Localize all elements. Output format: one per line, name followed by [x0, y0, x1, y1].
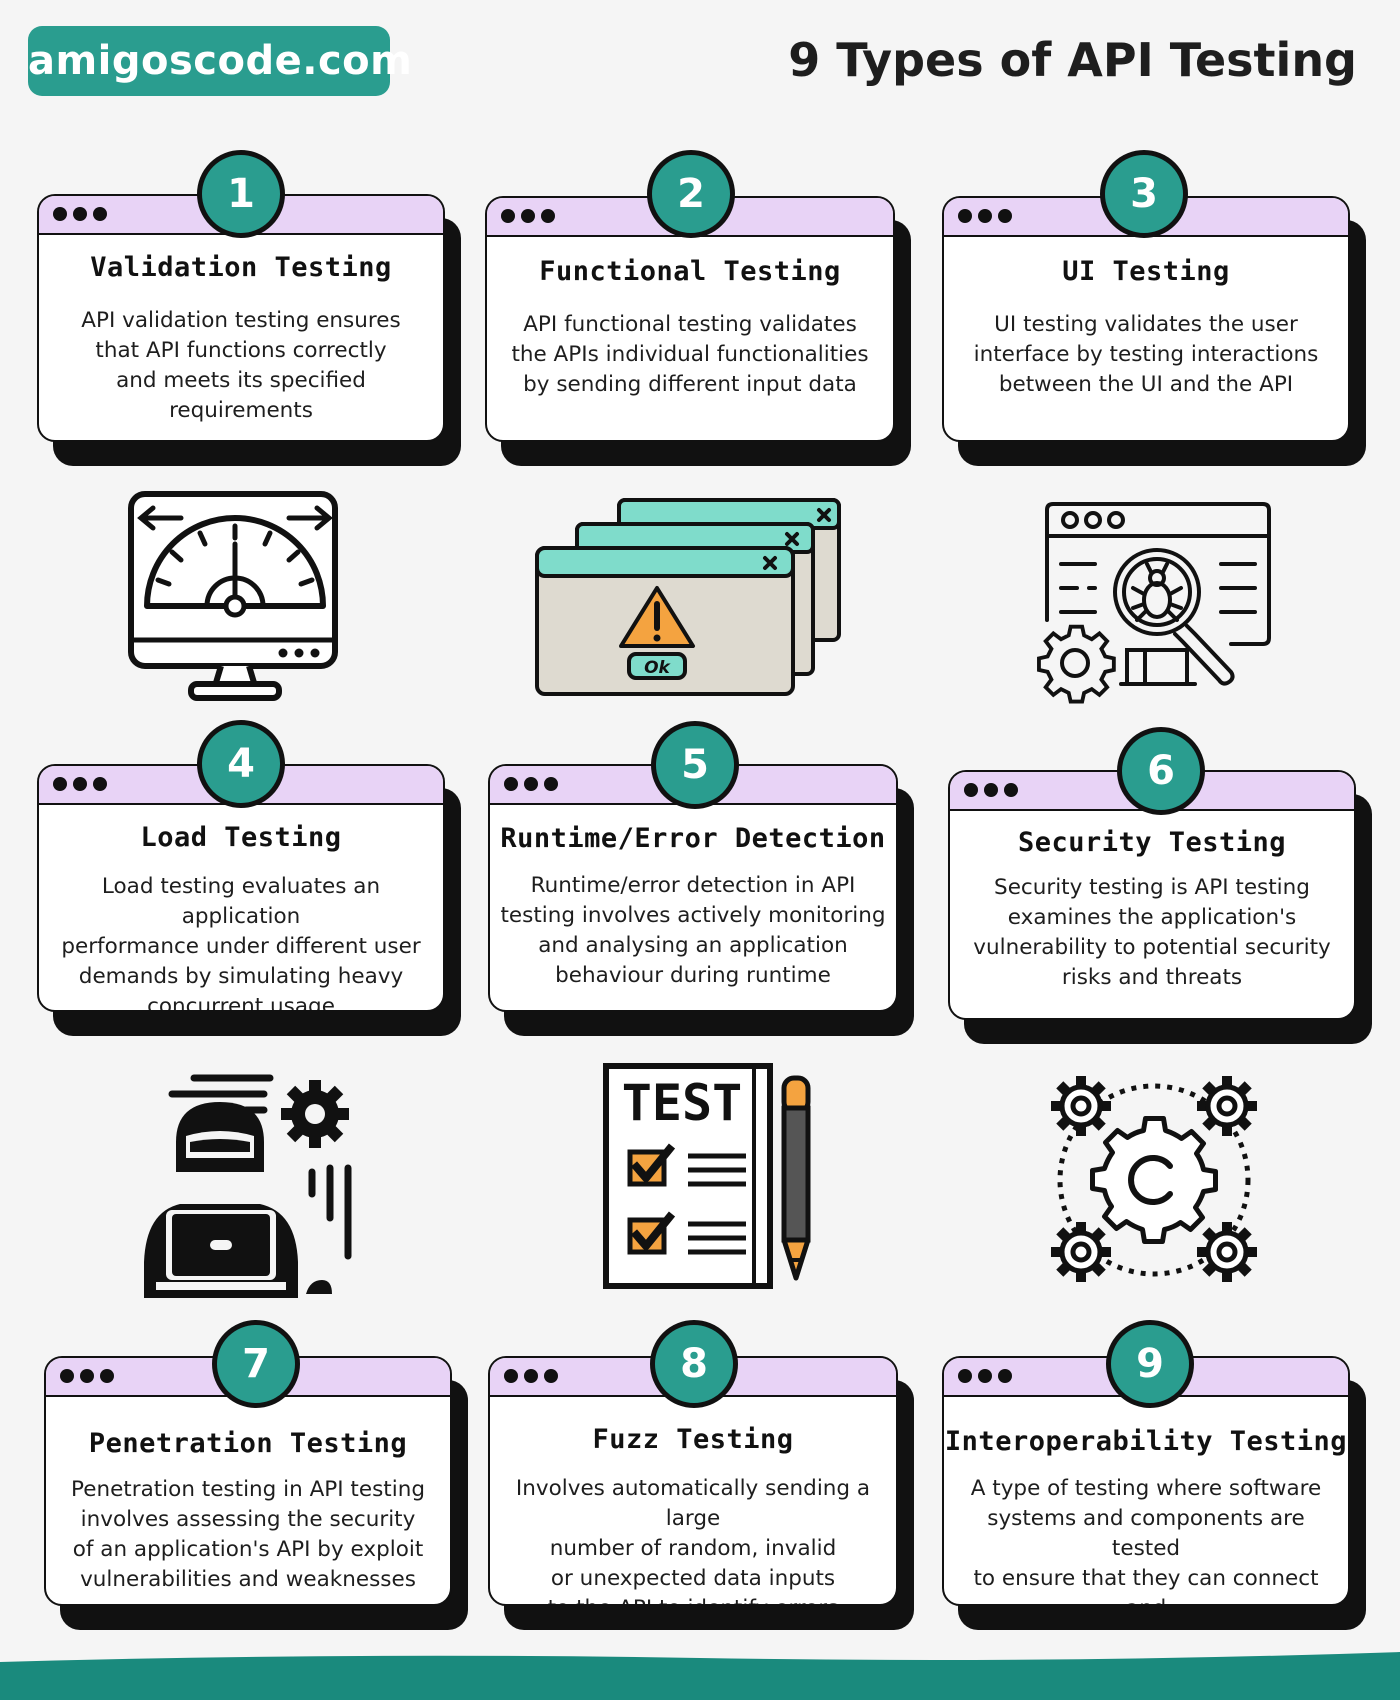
window-dots-icon: [964, 783, 1018, 797]
footer-wave: [0, 1652, 1400, 1700]
step-badge-8: 8: [650, 1320, 738, 1408]
test-sheet-label: TEST: [622, 1074, 742, 1132]
card-description: Involves automatically sending a large n…: [515, 1476, 871, 1604]
card-title: Functional Testing: [539, 256, 841, 287]
card-title: Interoperability Testing: [944, 1426, 1348, 1457]
window-dots-icon: [501, 209, 555, 223]
card-description: A type of testing where software systems…: [970, 1476, 1322, 1604]
infographic-page: amigoscode.com 9 Types of API Testing Va…: [0, 0, 1400, 1700]
card-description: Runtime/error detection in API testing i…: [500, 873, 886, 988]
card-description: Load testing evaluates an application pe…: [61, 874, 421, 1012]
card-description: API validation testing ensures that API …: [81, 308, 401, 423]
window-dots-icon: [504, 777, 558, 791]
card-title: Penetration Testing: [88, 1428, 408, 1459]
step-badge-2: 2: [647, 150, 735, 238]
step-badge-4: 4: [197, 720, 285, 808]
ui-bug-search-icon: [1037, 502, 1271, 704]
brand-logo[interactable]: amigoscode.com: [28, 26, 412, 96]
error-windows-icon: Ok: [535, 498, 841, 696]
window-dots-icon: [60, 1369, 114, 1383]
card-description: UI testing validates the user interface …: [973, 312, 1319, 397]
step-badge-9: 9: [1106, 1320, 1194, 1408]
hacker-laptop-icon: [144, 1074, 352, 1298]
page-title: 9 Types of API Testing: [788, 33, 1357, 87]
card-description: API functional testing validates the API…: [511, 312, 869, 397]
step-badge-5: 5: [651, 721, 739, 809]
card-title: Security Testing: [1017, 827, 1287, 858]
card-description: Penetration testing in API testing invol…: [71, 1477, 425, 1592]
card-description: Security testing is API testing examines…: [973, 875, 1331, 990]
speedometer-monitor-icon: [128, 491, 338, 701]
window-dots-icon: [958, 209, 1012, 223]
card-title: Runtime/Error Detection: [500, 823, 886, 854]
card-title: Load Testing: [140, 822, 342, 853]
gears-network-icon: [1045, 1072, 1263, 1288]
window-dots-icon: [53, 777, 107, 791]
card-title: UI Testing: [1062, 256, 1230, 287]
step-badge-3: 3: [1100, 150, 1188, 238]
window-dots-icon: [504, 1369, 558, 1383]
step-badge-1: 1: [197, 150, 285, 238]
step-badge-7: 7: [212, 1320, 300, 1408]
ok-button-label: Ok: [644, 658, 671, 678]
card-title: Validation Testing: [90, 252, 392, 283]
step-badge-6: 6: [1117, 727, 1205, 815]
card-title: Fuzz Testing: [592, 1424, 794, 1455]
test-checklist-icon: TEST: [603, 1063, 811, 1289]
window-dots-icon: [958, 1369, 1012, 1383]
window-dots-icon: [53, 207, 107, 221]
